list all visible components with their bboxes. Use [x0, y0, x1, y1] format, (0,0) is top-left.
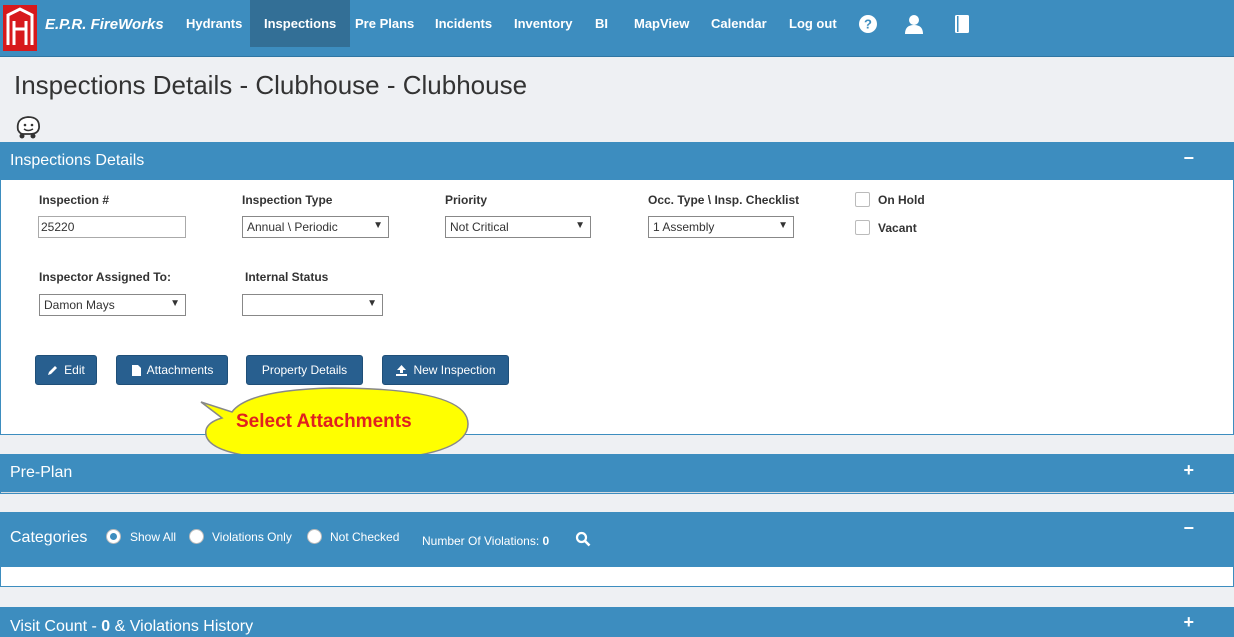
violations-only-radio[interactable]	[189, 529, 204, 544]
violations-count-text: Number Of Violations:	[422, 534, 540, 548]
property-details-button-label: Property Details	[261, 363, 348, 377]
vacant-checkbox[interactable]	[855, 220, 870, 235]
inspection-type-select[interactable]: Annual \ Periodic ▼	[242, 216, 389, 238]
help-icon[interactable]: ?	[858, 14, 878, 34]
panel-title: Pre-Plan	[10, 464, 73, 481]
priority-label: Priority	[445, 193, 488, 207]
user-icon[interactable]	[904, 14, 924, 34]
internal-status-select[interactable]: ▼	[242, 294, 383, 316]
priority-value: Not Critical	[450, 220, 509, 234]
on-hold-checkbox[interactable]	[855, 192, 870, 207]
nav-incidents[interactable]: Incidents	[421, 0, 506, 47]
pencil-icon	[48, 366, 58, 375]
show-all-radio[interactable]	[106, 529, 121, 544]
fireworks-logo-icon[interactable]	[3, 5, 37, 51]
svg-text:?: ?	[864, 17, 872, 32]
search-icon[interactable]	[575, 531, 591, 547]
occ-type-select[interactable]: 1 Assembly ▼	[648, 216, 794, 238]
violations-count-label: Number Of Violations: 0	[422, 534, 549, 548]
panel-title: Visit Count - 0 & Violations History	[10, 618, 253, 636]
inspector-label: Inspector Assigned To:	[39, 270, 172, 284]
page-title: Inspections Details - Clubhouse - Clubho…	[14, 70, 528, 100]
internal-status-label: Internal Status	[245, 270, 329, 284]
vacant-label: Vacant	[878, 221, 917, 235]
pre-plan-header[interactable]: Pre-Plan +	[0, 454, 1234, 492]
expand-toggle[interactable]: +	[1183, 460, 1194, 481]
new-inspection-button-label: New Inspection	[413, 363, 496, 377]
callout-text: Select Attachments	[236, 411, 412, 432]
violations-count-value: 0	[542, 534, 550, 548]
inspections-details-header[interactable]: Inspections Details −	[0, 142, 1234, 180]
show-all-label: Show All	[130, 530, 177, 544]
pre-plan-body	[0, 492, 1234, 494]
file-icon	[131, 364, 141, 376]
panel-title: Inspections Details	[10, 152, 145, 169]
priority-select[interactable]: Not Critical ▼	[445, 216, 591, 238]
waze-icon[interactable]	[14, 114, 42, 140]
not-checked-radio[interactable]	[307, 529, 322, 544]
on-hold-label: On Hold	[878, 193, 925, 207]
upload-icon	[396, 364, 408, 376]
dropdown-arrow-icon: ▼	[778, 220, 788, 231]
visit-count-header[interactable]: Visit Count - 0 & Violations History +	[0, 607, 1234, 637]
book-icon[interactable]	[952, 14, 972, 34]
inspection-type-label: Inspection Type	[242, 193, 333, 207]
expand-toggle[interactable]: +	[1183, 612, 1194, 633]
nav-log-out[interactable]: Log out	[775, 0, 851, 47]
dropdown-arrow-icon: ▼	[170, 298, 180, 309]
inspections-details-body: Inspection # 25220 Inspection Type Annua…	[0, 180, 1234, 435]
visit-count-prefix: Visit Count -	[10, 618, 102, 635]
edit-button-label: Edit	[64, 363, 85, 377]
dropdown-arrow-icon: ▼	[575, 220, 585, 231]
inspection-number-input[interactable]: 25220	[38, 216, 186, 238]
nav-inventory[interactable]: Inventory	[500, 0, 587, 47]
inspection-type-value: Annual \ Periodic	[247, 220, 338, 234]
occ-type-label: Occ. Type \ Insp. Checklist	[648, 193, 800, 207]
visit-count-value: 0	[101, 618, 111, 635]
brand-name[interactable]: E.P.R. FireWorks	[45, 16, 164, 33]
occ-type-value: 1 Assembly	[653, 220, 715, 234]
nav-mapview[interactable]: MapView	[620, 0, 703, 47]
not-checked-label: Not Checked	[330, 530, 400, 544]
attachments-button-label: Attachments	[146, 363, 214, 377]
collapse-toggle[interactable]: −	[1183, 148, 1194, 169]
inspector-value: Damon Mays	[44, 298, 115, 312]
nav-calendar[interactable]: Calendar	[697, 0, 781, 47]
panel-title: Categories	[10, 529, 88, 546]
violations-only-label: Violations Only	[212, 530, 292, 544]
collapse-toggle[interactable]: −	[1183, 518, 1194, 539]
dropdown-arrow-icon: ▼	[373, 220, 383, 231]
top-navbar: E.P.R. FireWorks Hydrants Inspections Pr…	[0, 0, 1234, 57]
visit-count-suffix: & Violations History	[110, 618, 254, 635]
categories-body	[0, 567, 1234, 587]
inspector-select[interactable]: Damon Mays ▼	[39, 294, 186, 316]
dropdown-arrow-icon: ▼	[367, 298, 377, 309]
inspection-number-label: Inspection #	[39, 193, 110, 207]
edit-button[interactable]: Edit	[35, 355, 97, 385]
nav-hydrants[interactable]: Hydrants	[172, 0, 256, 47]
nav-bi[interactable]: BI	[581, 0, 622, 47]
categories-header[interactable]: Categories Show All Violations Only Not …	[0, 512, 1234, 567]
nav-inspections[interactable]: Inspections	[250, 0, 351, 47]
nav-pre-plans[interactable]: Pre Plans	[341, 0, 428, 47]
